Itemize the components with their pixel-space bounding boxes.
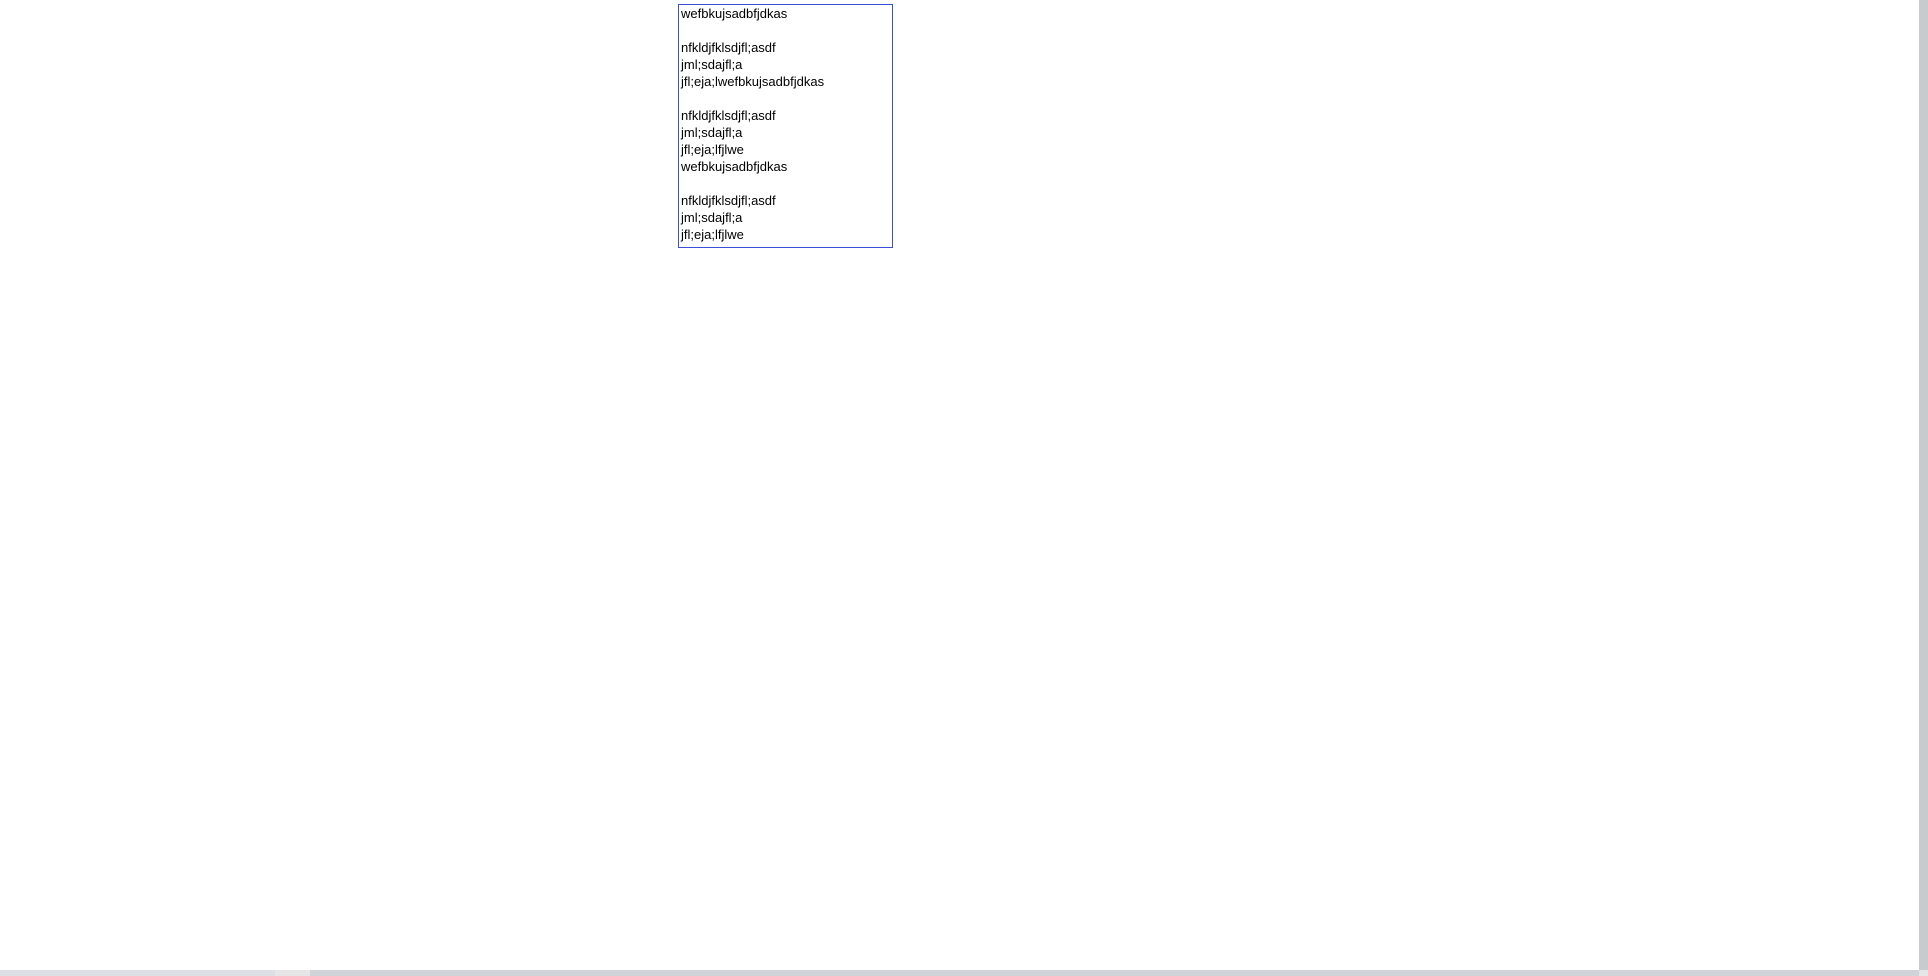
taskbar-segment: [310, 970, 1919, 976]
taskbar: [0, 970, 1928, 976]
window-right-edge: [1919, 0, 1928, 976]
textarea-container: [678, 4, 893, 248]
taskbar-segment: [0, 970, 275, 976]
main-textarea[interactable]: [678, 4, 893, 248]
